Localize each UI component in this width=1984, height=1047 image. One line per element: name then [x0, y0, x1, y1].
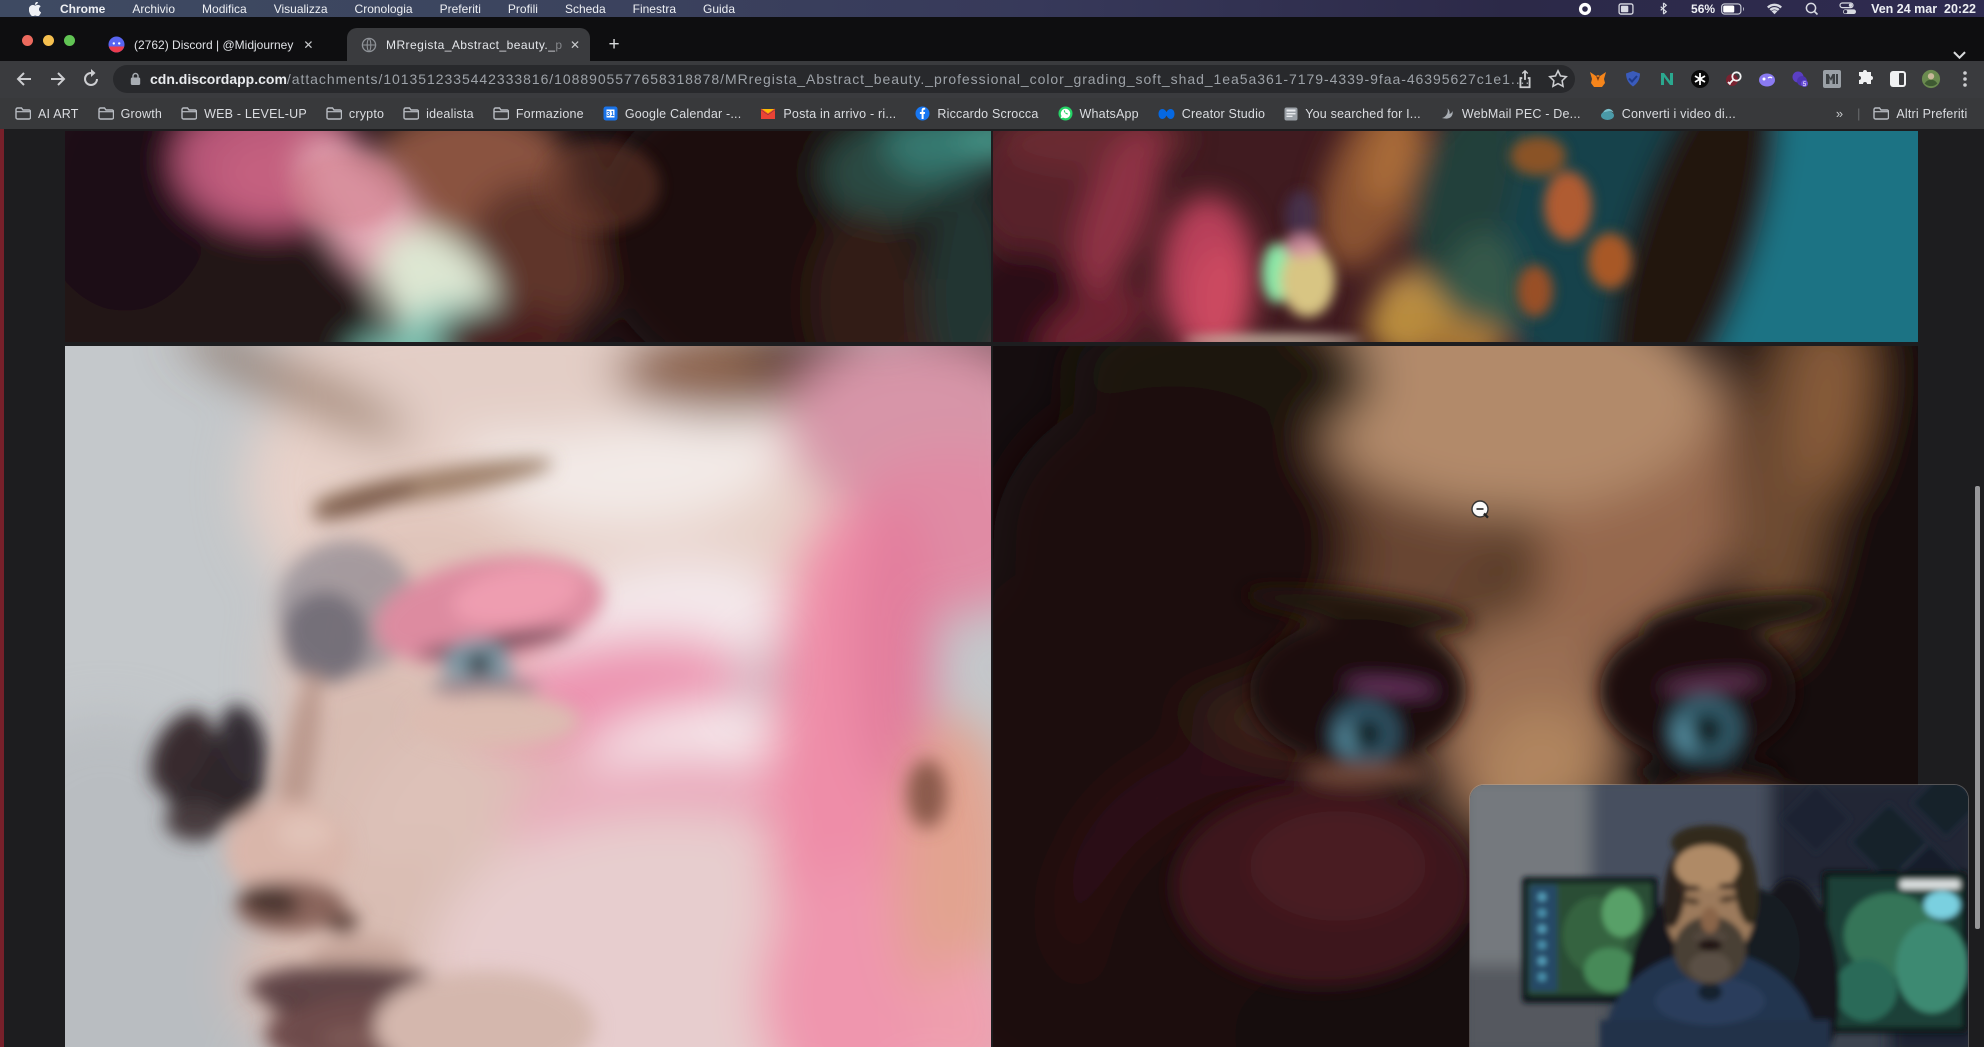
svg-text:31: 31: [606, 111, 614, 118]
